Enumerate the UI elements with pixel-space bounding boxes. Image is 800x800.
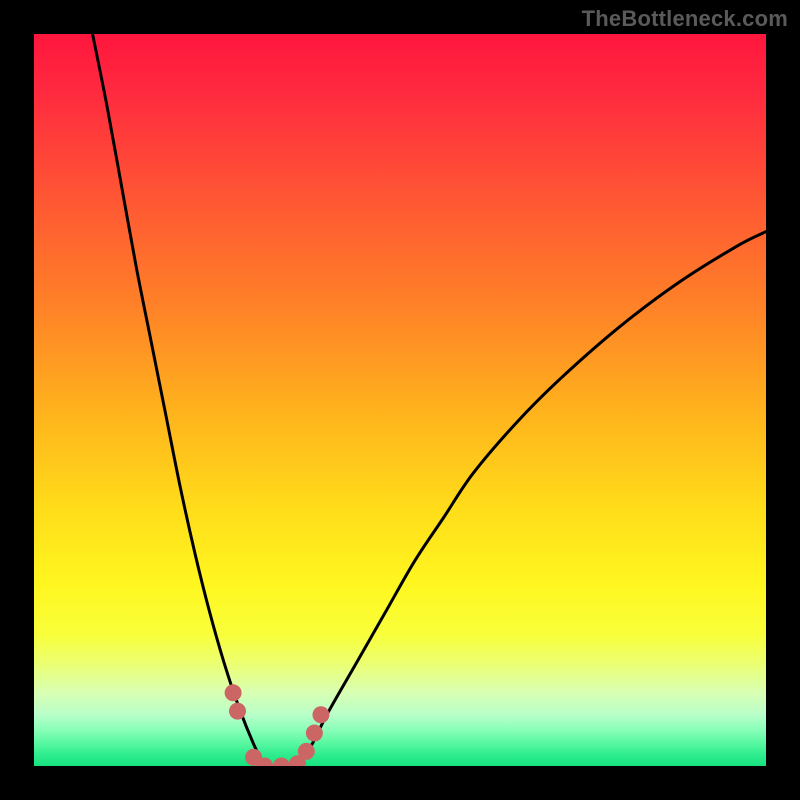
watermark-text: TheBottleneck.com <box>582 6 788 32</box>
data-marker <box>306 725 323 742</box>
data-marker <box>229 703 246 720</box>
data-marker <box>298 743 315 760</box>
data-marker <box>312 706 329 723</box>
marker-group <box>225 684 330 766</box>
curve-right-branch <box>298 232 766 766</box>
chart-frame: TheBottleneck.com <box>0 0 800 800</box>
curve-left-branch <box>93 34 265 766</box>
data-marker <box>225 684 242 701</box>
bottleneck-curve <box>34 34 766 766</box>
plot-area <box>34 34 766 766</box>
data-marker <box>273 758 290 767</box>
